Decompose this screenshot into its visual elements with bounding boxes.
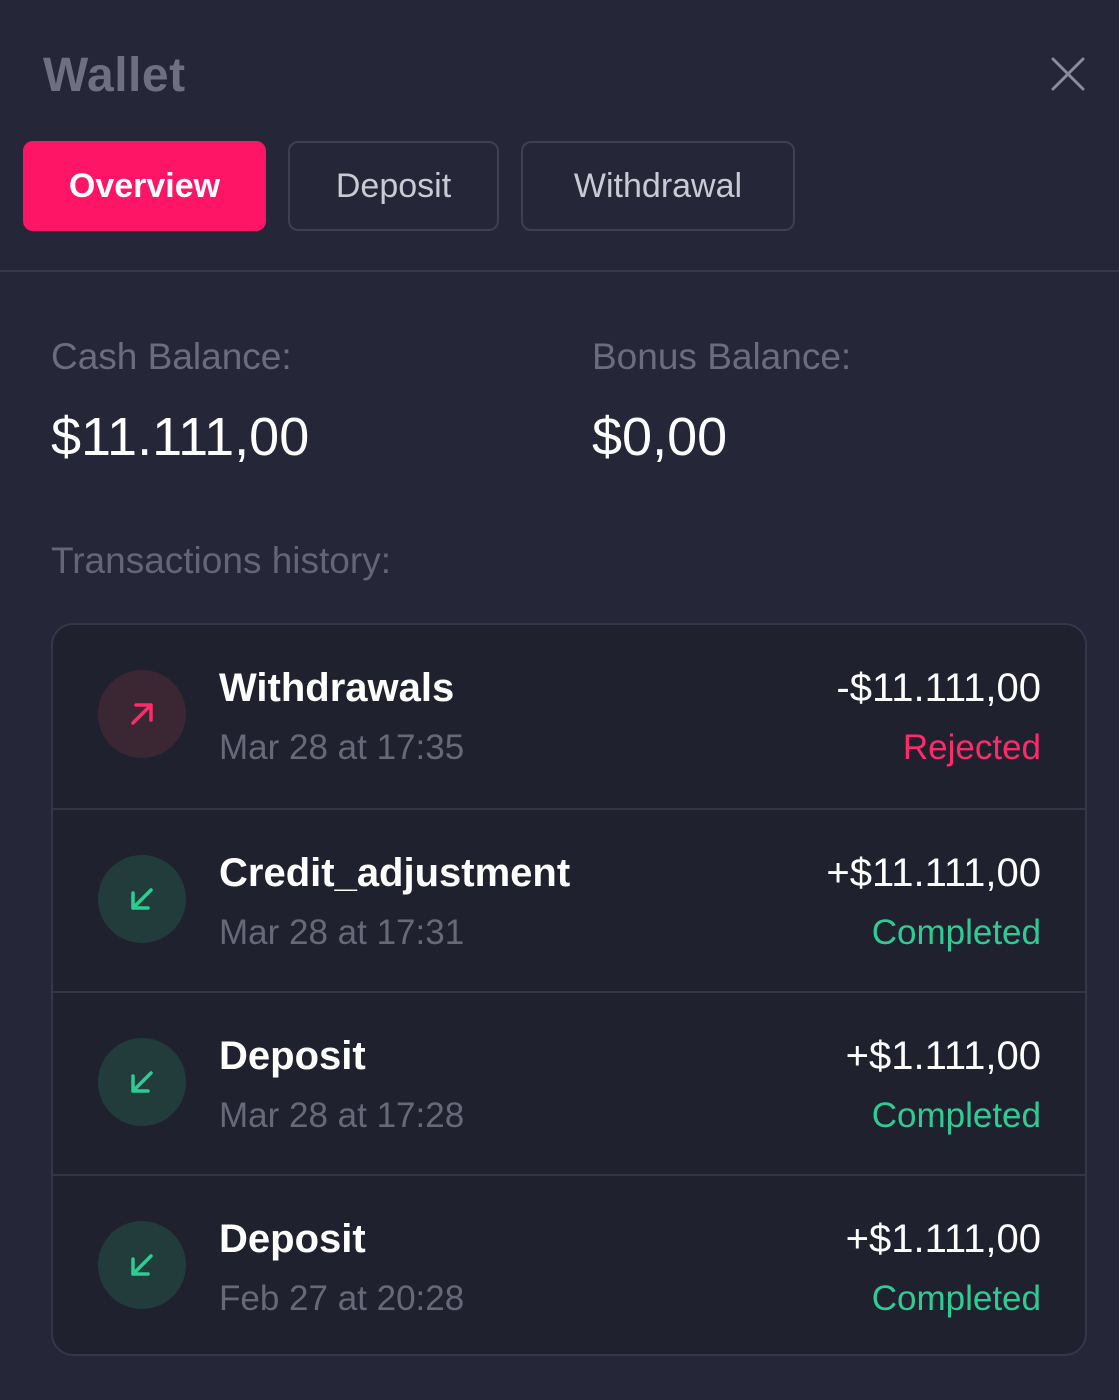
transaction-status: Completed bbox=[871, 1279, 1041, 1318]
bonus-balance-label: Bonus Balance: bbox=[592, 336, 852, 377]
transaction-date: Feb 27 at 20:28 bbox=[219, 1279, 465, 1318]
transaction-row[interactable]: Withdrawals Mar 28 at 17:35 -$11.111,00 … bbox=[53, 625, 1085, 807]
transaction-amount: +$1.111,00 bbox=[845, 1034, 1041, 1078]
arrow-down-left-icon bbox=[98, 1038, 186, 1126]
transaction-status: Completed bbox=[871, 913, 1041, 952]
transaction-row[interactable]: Deposit Feb 27 at 20:28 +$1.111,00 Compl… bbox=[53, 1174, 1085, 1354]
transaction-status: Rejected bbox=[902, 728, 1041, 767]
tab-withdrawal[interactable]: Withdrawal bbox=[521, 141, 795, 231]
wallet-header: Wallet Overview Deposit Withdrawal bbox=[0, 0, 1119, 272]
close-button[interactable] bbox=[1046, 52, 1090, 96]
transactions-list: Withdrawals Mar 28 at 17:35 -$11.111,00 … bbox=[51, 623, 1087, 1356]
cash-balance-value: $11.111,00 bbox=[51, 407, 310, 467]
page-title: Wallet bbox=[43, 49, 186, 102]
arrow-up-right-icon bbox=[98, 670, 186, 758]
transaction-name: Deposit bbox=[219, 1217, 366, 1261]
transaction-date: Mar 28 at 17:35 bbox=[219, 728, 465, 767]
cash-balance-label: Cash Balance: bbox=[51, 336, 292, 377]
transaction-row[interactable]: Deposit Mar 28 at 17:28 +$1.111,00 Compl… bbox=[53, 991, 1085, 1173]
transaction-date: Mar 28 at 17:31 bbox=[219, 913, 465, 952]
transaction-amount: +$1.111,00 bbox=[845, 1217, 1041, 1261]
transactions-history-label: Transactions history: bbox=[51, 540, 391, 581]
tab-deposit[interactable]: Deposit bbox=[288, 141, 499, 231]
transaction-status: Completed bbox=[871, 1096, 1041, 1135]
arrow-down-left-icon bbox=[98, 855, 186, 943]
transaction-amount: +$11.111,00 bbox=[826, 851, 1041, 895]
bonus-balance-value: $0,00 bbox=[592, 407, 728, 467]
transaction-name: Withdrawals bbox=[219, 666, 455, 710]
transaction-name: Credit_adjustment bbox=[219, 851, 571, 895]
transaction-name: Deposit bbox=[219, 1034, 366, 1078]
transaction-date: Mar 28 at 17:28 bbox=[219, 1096, 465, 1135]
transaction-amount: -$11.111,00 bbox=[836, 666, 1041, 710]
arrow-down-left-icon bbox=[98, 1221, 186, 1309]
close-icon bbox=[1051, 57, 1085, 91]
transaction-row[interactable]: Credit_adjustment Mar 28 at 17:31 +$11.1… bbox=[53, 808, 1085, 990]
tab-overview[interactable]: Overview bbox=[23, 141, 266, 231]
